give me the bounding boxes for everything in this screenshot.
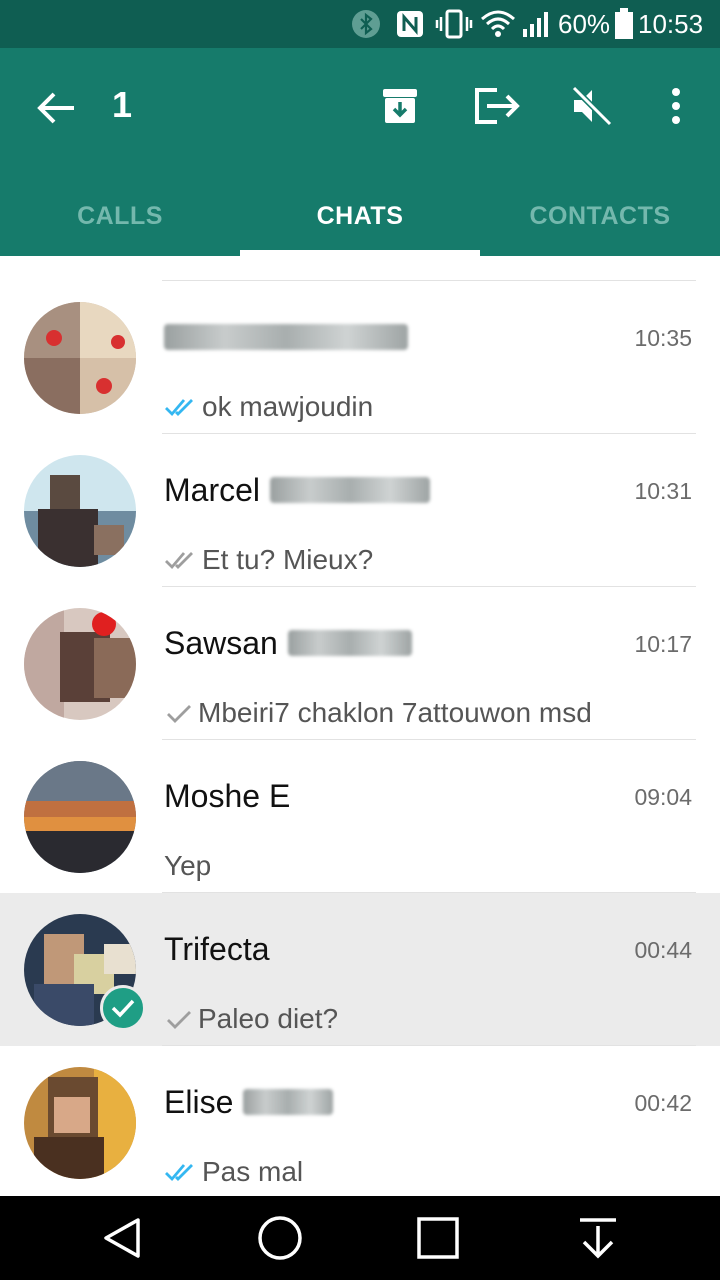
chat-preview: Paleo diet? [164, 997, 338, 1041]
battery-icon [612, 8, 636, 40]
avatar[interactable] [24, 455, 136, 567]
tab-calls[interactable]: CALLS [0, 184, 240, 248]
bluetooth-icon [350, 8, 382, 40]
obscured-name [164, 324, 408, 350]
obscured-name [287, 630, 412, 656]
chat-time: 00:42 [634, 1090, 692, 1116]
chat-name: Sawsan [164, 623, 412, 663]
tab-contacts[interactable]: CONTACTS [480, 184, 720, 248]
avatar[interactable] [24, 302, 136, 414]
status-time: 10:53 [638, 8, 704, 39]
chat-time: 10:17 [634, 631, 692, 657]
avatar[interactable] [24, 761, 136, 873]
chat-name [164, 317, 408, 357]
status-bar: 60% 10:53 [0, 0, 720, 48]
chat-row[interactable]: Sawsan 10:17 Mbeiri7 chaklon 7attouwon m… [0, 587, 720, 740]
chat-row[interactable]: Moshe E 09:04 Yep [0, 740, 720, 893]
read-double-tick-icon [164, 1161, 198, 1183]
tab-chats[interactable]: CHATS [240, 184, 480, 248]
sent-tick-icon [164, 1008, 194, 1030]
chat-row[interactable]: Elise 00:42 Pas mal [0, 1046, 720, 1196]
exit-group-icon[interactable] [470, 80, 526, 132]
more-options-icon[interactable] [660, 80, 692, 132]
chat-row-selected[interactable]: Trifecta 00:44 Paleo diet? [0, 893, 720, 1046]
obscured-name [243, 1089, 334, 1115]
chat-preview: Mbeiri7 chaklon 7attouwon msd [164, 691, 592, 735]
chat-time: 09:04 [634, 784, 692, 810]
chat-name: Moshe E [164, 778, 291, 814]
delivered-double-tick-icon [164, 549, 198, 571]
back-arrow-icon[interactable] [30, 82, 82, 134]
home-circle-icon[interactable] [250, 1208, 310, 1268]
mute-icon[interactable] [566, 78, 618, 134]
battery-percent: 60% [558, 8, 611, 39]
chat-time: 10:35 [634, 325, 692, 351]
chat-preview: Et tu? Mieux? [164, 538, 373, 582]
wifi-icon [480, 8, 516, 40]
archive-icon[interactable] [374, 80, 426, 132]
chat-time: 10:31 [634, 478, 692, 504]
chat-row[interactable]: Marcel 10:31 Et tu? Mieux? [0, 434, 720, 587]
sent-tick-icon [164, 702, 194, 724]
chat-name: Elise [164, 1082, 334, 1122]
signal-icon [520, 8, 552, 40]
obscured-name [270, 477, 431, 503]
chat-preview: ok mawjoudin [164, 385, 373, 429]
chat-list[interactable]: 10:35 ok mawjoudin Marcel 10:31 Et tu? M… [0, 256, 720, 1196]
chat-time: 00:44 [634, 937, 692, 963]
avatar[interactable] [24, 608, 136, 720]
vibrate-icon [434, 8, 474, 40]
back-triangle-icon[interactable] [92, 1208, 152, 1268]
chat-row[interactable]: 10:35 ok mawjoudin [0, 281, 720, 434]
nfc-icon [394, 8, 426, 40]
hide-keyboard-icon[interactable] [568, 1208, 628, 1268]
recents-square-icon[interactable] [408, 1208, 468, 1268]
navigation-bar [0, 1196, 720, 1280]
chat-preview: Yep [164, 850, 212, 881]
selected-check-icon [100, 985, 146, 1031]
chat-name: Trifecta [164, 931, 270, 967]
read-double-tick-icon [164, 396, 198, 418]
chat-name: Marcel [164, 470, 431, 510]
chat-preview: Pas mal [164, 1150, 303, 1194]
selected-count: 1 [112, 84, 133, 125]
avatar[interactable] [24, 1067, 136, 1179]
